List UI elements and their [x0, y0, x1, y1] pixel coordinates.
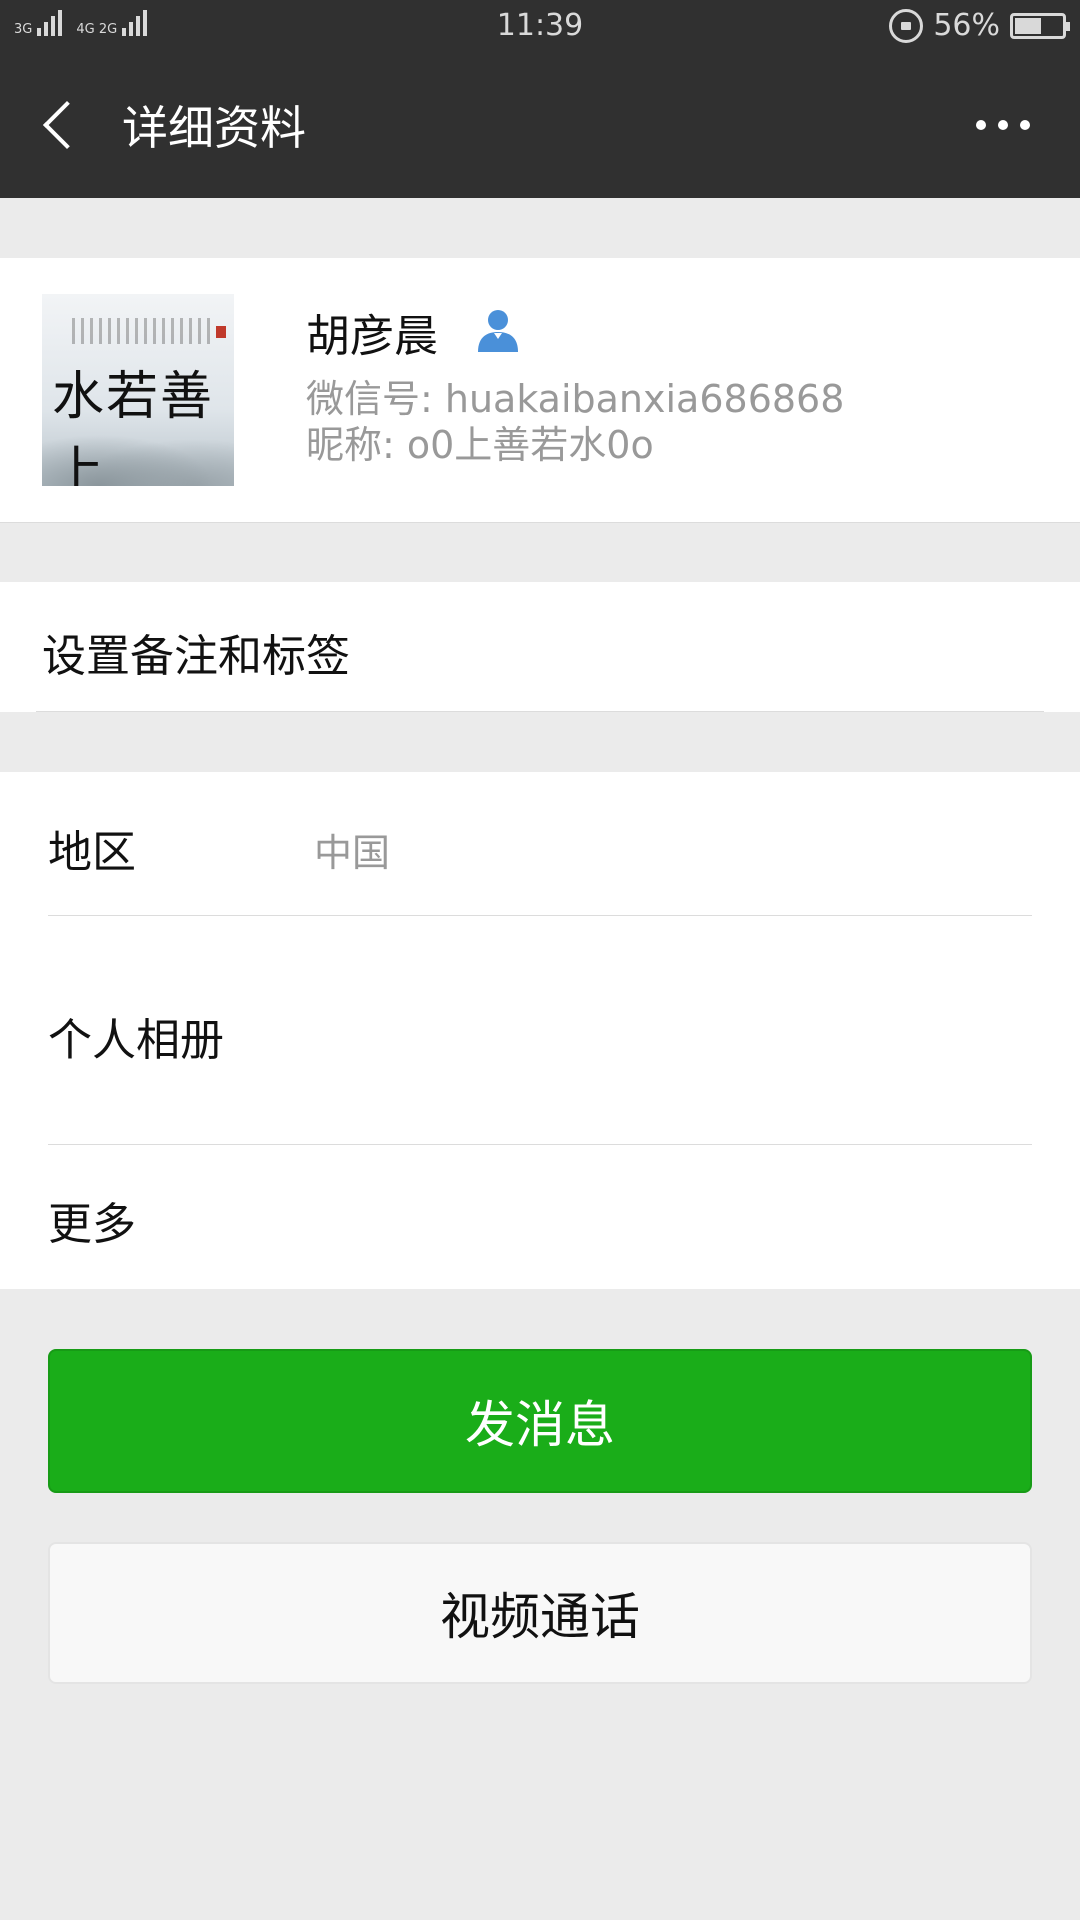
region-value: 中国 — [314, 831, 391, 875]
avatar-calligraphy: 水若善上 — [52, 367, 215, 486]
remark-label: 设置备注和标签 — [42, 631, 350, 682]
battery-percent: 56% — [933, 8, 1000, 43]
contact-person-icon — [478, 310, 518, 352]
avatar[interactable]: 水若善上 — [42, 294, 234, 486]
more-row[interactable] — [0, 1145, 1080, 1289]
divider — [36, 711, 1044, 712]
video-call-button[interactable]: 视频通话 — [48, 1542, 1032, 1684]
album-label: 个人相册 — [48, 1015, 224, 1066]
status-right: 56% — [889, 8, 1070, 43]
profile-name: 胡彦晨 — [306, 311, 438, 362]
chevron-left-icon[interactable] — [36, 98, 92, 154]
nickname: 昵称: o0上善若水0o — [306, 423, 654, 467]
send-message-button[interactable]: 发消息 — [48, 1349, 1032, 1493]
divider — [0, 522, 1080, 523]
battery-icon — [1010, 12, 1070, 39]
page-title: 详细资料 — [122, 101, 306, 155]
more-dots-icon[interactable] — [976, 112, 1030, 138]
region-label: 地区 — [48, 827, 136, 878]
app-header: 详细资料 — [0, 52, 1080, 198]
more-label: 更多 — [48, 1199, 136, 1250]
status-bar: 3G 4G 2G 11:39 56% — [0, 0, 1080, 52]
region-row — [0, 772, 1080, 915]
rotation-lock-icon — [889, 8, 924, 43]
